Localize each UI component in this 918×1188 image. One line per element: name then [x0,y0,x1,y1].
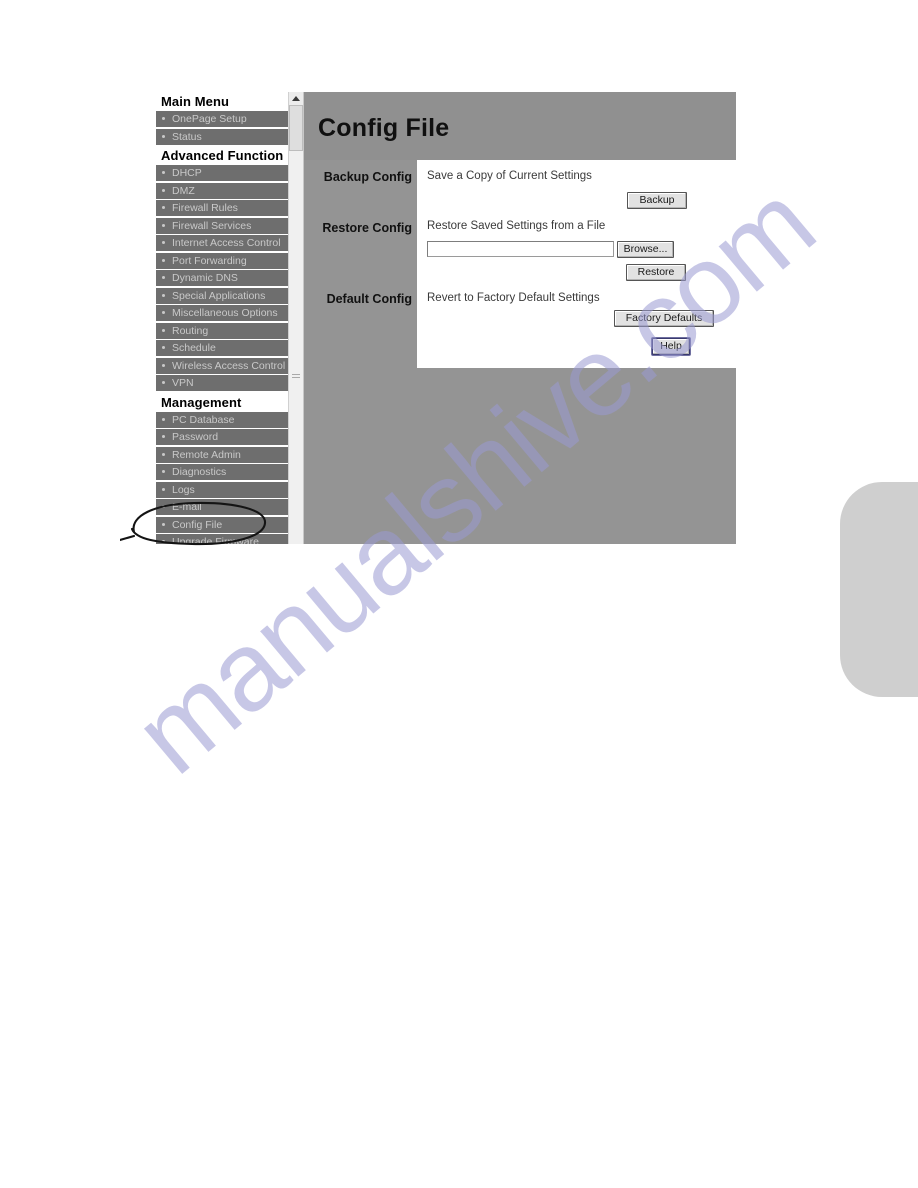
sidebar-item-label: Diagnostics [172,466,227,478]
sidebar-item-label: Firewall Rules [172,202,238,214]
scrollbar-thumb[interactable] [289,105,303,151]
main-content: Config File Backup Config Save a Copy of… [304,92,736,544]
bullet-icon [162,363,165,367]
sidebar-item-dmz[interactable]: DMZ [156,182,288,199]
sidebar-scrollbar[interactable] [288,92,304,544]
sidebar-item-miscellaneous-options[interactable]: Miscellaneous Options [156,305,288,321]
page-title: Config File [318,114,450,142]
sidebar-item-label: Routing [172,324,209,337]
sidebar-item-diagnostics[interactable]: Diagnostics [156,464,288,480]
scroll-up-arrow-icon[interactable] [289,92,303,105]
sidebar-item-label: Internet Access Control [172,237,281,249]
sidebar-heading-management: Management [156,392,288,412]
sidebar-item-label: Special Applications [172,289,266,302]
default-config-description: Revert to Factory Default Settings [427,292,600,304]
backup-config-description: Save a Copy of Current Settings [427,170,592,182]
bullet-icon [162,346,165,349]
sidebar-item-label: Port Forwarding [172,254,247,267]
restore-file-input[interactable] [427,241,614,257]
factory-defaults-button[interactable]: Factory Defaults [614,310,714,327]
sidebar-item-label: Password [172,431,219,443]
settings-area: Backup Config Save a Copy of Current Set… [304,160,736,544]
sidebar-item-password[interactable]: Password [156,429,288,445]
sidebar-item-label: Status [172,130,202,143]
restore-config-description: Restore Saved Settings from a File [427,220,606,232]
sidebar-item-status[interactable]: Status [156,128,288,145]
bullet-icon [162,470,165,473]
content-header: Config File [304,92,736,160]
sidebar-item-label: Config File [172,518,223,531]
sidebar-item-config-file[interactable]: Config File [156,516,288,533]
sidebar-item-vpn[interactable]: VPN [156,375,288,391]
bullet-icon [162,134,165,138]
bullet-icon [162,188,165,192]
bullet-icon [162,311,165,314]
sidebar-item-label: DHCP [172,167,202,179]
restore-button[interactable]: Restore [626,264,686,281]
sidebar-navigation: Main Menu OnePage Setup Status Advanced … [156,92,288,544]
sidebar-item-internet-access-control[interactable]: Internet Access Control [156,235,288,251]
sidebar-item-wireless-access-control[interactable]: Wireless Access Control [156,357,288,374]
sidebar-item-onepage-setup[interactable]: OnePage Setup [156,111,288,127]
sidebar-item-label: Logs [172,483,195,496]
sidebar-item-pc-database[interactable]: PC Database [156,411,288,428]
bullet-icon [162,223,165,227]
bullet-icon [162,505,165,508]
sidebar-item-logs[interactable]: Logs [156,481,288,498]
sidebar-item-schedule[interactable]: Schedule [156,340,288,356]
bullet-icon [162,417,165,421]
sidebar-item-special-applications[interactable]: Special Applications [156,287,288,304]
sidebar-item-label: Dynamic DNS [172,272,238,284]
bullet-icon [162,293,165,297]
sidebar-item-port-forwarding[interactable]: Port Forwarding [156,252,288,269]
sidebar-item-remote-admin[interactable]: Remote Admin [156,446,288,463]
sidebar-item-label: Firewall Services [172,219,252,232]
sidebar-item-routing[interactable]: Routing [156,322,288,339]
sidebar-item-label: VPN [172,377,194,389]
sidebar-item-dhcp[interactable]: DHCP [156,165,288,181]
bullet-icon [162,206,165,209]
default-config-label: Default Config [326,292,412,306]
page-thumb-tab [840,482,918,697]
scrollbar-grip-icon [292,374,300,379]
bullet-icon [162,522,165,526]
bullet-icon [162,117,165,120]
sidebar-item-label: Miscellaneous Options [172,307,278,319]
router-admin-ui: Main Menu OnePage Setup Status Advanced … [156,92,736,544]
bullet-icon [162,276,165,279]
bullet-icon [162,452,165,456]
sidebar-item-label: Wireless Access Control [172,359,286,372]
sidebar-item-label: Upgrade Firmware [172,536,259,544]
sidebar-item-upgrade-firmware[interactable]: Upgrade Firmware [156,534,288,544]
bullet-icon [162,328,165,332]
bullet-icon [162,241,165,244]
sidebar-heading-advanced-function: Advanced Function [156,146,288,165]
help-button[interactable]: Help [652,338,690,355]
bullet-icon [162,258,165,262]
bullet-icon [162,171,165,174]
settings-panel [417,160,736,368]
bullet-icon [162,487,165,491]
browse-button[interactable]: Browse... [617,241,674,258]
backup-config-label: Backup Config [323,170,412,184]
sidebar-item-label: OnePage Setup [172,113,247,125]
sidebar-item-label: DMZ [172,184,195,197]
bullet-icon [162,381,165,384]
sidebar-item-firewall-rules[interactable]: Firewall Rules [156,200,288,216]
sidebar-heading-main-menu: Main Menu [156,92,288,111]
sidebar-item-label: Remote Admin [172,448,241,461]
restore-config-label: Restore Config [322,221,412,235]
backup-button[interactable]: Backup [627,192,687,209]
sidebar-item-dynamic-dns[interactable]: Dynamic DNS [156,270,288,286]
sidebar-item-e-mail[interactable]: E-mail [156,499,288,515]
sidebar-item-label: PC Database [172,413,235,426]
bullet-icon [162,540,165,543]
sidebar-item-label: Schedule [172,342,216,354]
sidebar-item-firewall-services[interactable]: Firewall Services [156,217,288,234]
sidebar-item-label: E-mail [172,501,202,513]
bullet-icon [162,435,165,438]
